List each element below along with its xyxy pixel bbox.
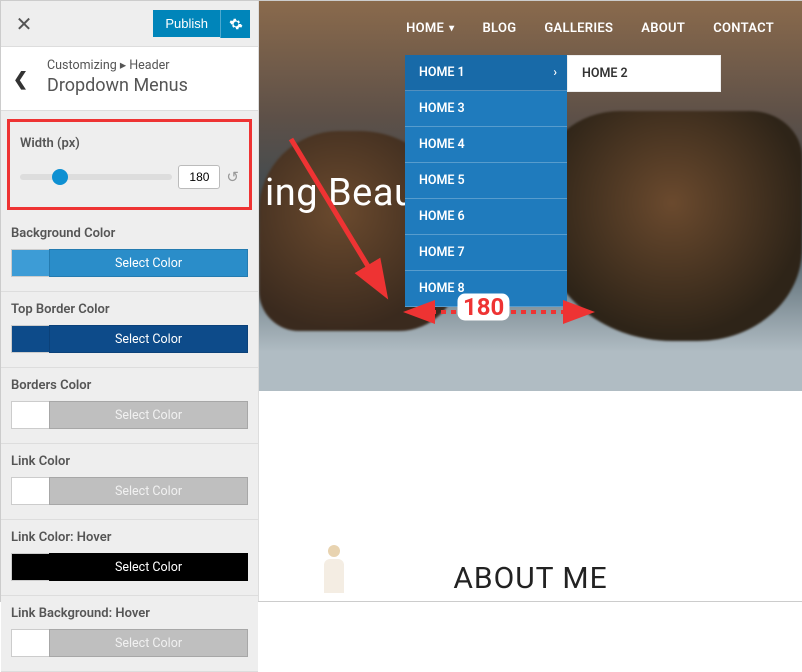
link-select-color-button[interactable]: Select Color: [49, 477, 248, 505]
link-color-control: Link Color Select Color: [1, 444, 258, 520]
close-icon[interactable]: ✕: [1, 1, 47, 47]
link-hover-label: Link Color: Hover: [11, 530, 248, 545]
link-bg-hover-swatch[interactable]: [11, 629, 49, 657]
link-hover-color-control: Link Color: Hover Select Color: [1, 520, 258, 596]
top-nav: HOME▾ BLOG GALLERIES ABOUT CONTACT: [259, 1, 802, 55]
link-color-swatch[interactable]: [11, 477, 49, 505]
top-border-color-control: Top Border Color Select Color: [1, 292, 258, 368]
dropdown-menu: HOME 1 › HOME 2 HOME 3 HOME 4 HOME 5 HOM…: [405, 55, 567, 307]
preview-frame: HOME▾ BLOG GALLERIES ABOUT CONTACT HOME …: [259, 1, 802, 601]
width-slider[interactable]: [20, 174, 172, 180]
back-chevron-icon[interactable]: ❮: [13, 69, 28, 90]
annotation-width-value: 180: [459, 295, 508, 319]
annotation-arrow-diag: [283, 131, 403, 301]
slider-thumb[interactable]: [52, 169, 68, 185]
bg-color-swatch[interactable]: [11, 249, 49, 277]
chevron-right-icon: ›: [553, 65, 557, 79]
borders-select-color-button[interactable]: Select Color: [49, 401, 248, 429]
width-control: Width (px) ↺: [7, 119, 252, 210]
controls-stack: Width (px) ↺ Background Color Select Col…: [1, 119, 258, 672]
bg-select-color-button[interactable]: Select Color: [49, 249, 248, 277]
breadcrumb-path: Customizing ▸ Header: [47, 57, 246, 73]
chevron-down-icon: ▾: [449, 23, 454, 34]
customizer-panel: ✕ Publish ❮ Customizing ▸ Header Dropdow…: [1, 1, 259, 601]
publish-group: Publish: [153, 10, 250, 38]
content-section: ABOUT ME: [259, 391, 802, 596]
top-border-swatch[interactable]: [11, 325, 49, 353]
dropdown-item[interactable]: HOME 4: [405, 127, 567, 163]
top-border-select-color-button[interactable]: Select Color: [49, 325, 248, 353]
link-bg-hover-control: Link Background: Hover Select Color: [1, 596, 258, 672]
link-hover-swatch[interactable]: [11, 553, 49, 581]
borders-color-control: Borders Color Select Color: [1, 368, 258, 444]
nav-galleries[interactable]: GALLERIES: [544, 21, 613, 36]
bg-color-label: Background Color: [11, 226, 248, 241]
width-label: Width (px): [20, 136, 239, 151]
width-input[interactable]: [178, 165, 220, 189]
subject-figure: [319, 545, 349, 595]
dropdown-item[interactable]: HOME 7: [405, 235, 567, 271]
reset-icon[interactable]: ↺: [226, 168, 239, 186]
link-bg-hover-select-color-button[interactable]: Select Color: [49, 629, 248, 657]
panel-top-bar: ✕ Publish: [1, 1, 258, 47]
dropdown-item[interactable]: HOME 1 › HOME 2: [405, 55, 567, 91]
link-hover-select-color-button[interactable]: Select Color: [49, 553, 248, 581]
bg-color-control: Background Color Select Color: [1, 216, 258, 292]
hero-section: HOME▾ BLOG GALLERIES ABOUT CONTACT HOME …: [259, 1, 802, 391]
nav-blog[interactable]: BLOG: [482, 21, 516, 36]
nav-home[interactable]: HOME▾: [406, 21, 454, 36]
publish-button[interactable]: Publish: [153, 10, 220, 37]
nav-contact[interactable]: CONTACT: [713, 21, 774, 36]
panel-title: Dropdown Menus: [47, 75, 246, 96]
dropdown-item[interactable]: HOME 3: [405, 91, 567, 127]
borders-label: Borders Color: [11, 378, 248, 393]
breadcrumb: ❮ Customizing ▸ Header Dropdown Menus: [1, 47, 258, 111]
borders-swatch[interactable]: [11, 401, 49, 429]
gear-icon[interactable]: [220, 10, 250, 38]
link-bg-hover-label: Link Background: Hover: [11, 606, 248, 621]
dropdown-item[interactable]: HOME 5: [405, 163, 567, 199]
dropdown-item[interactable]: HOME 6: [405, 199, 567, 235]
dropdown-flyout-item[interactable]: HOME 2: [567, 55, 721, 92]
link-color-label: Link Color: [11, 454, 248, 469]
top-border-label: Top Border Color: [11, 302, 248, 317]
nav-about[interactable]: ABOUT: [641, 21, 685, 36]
